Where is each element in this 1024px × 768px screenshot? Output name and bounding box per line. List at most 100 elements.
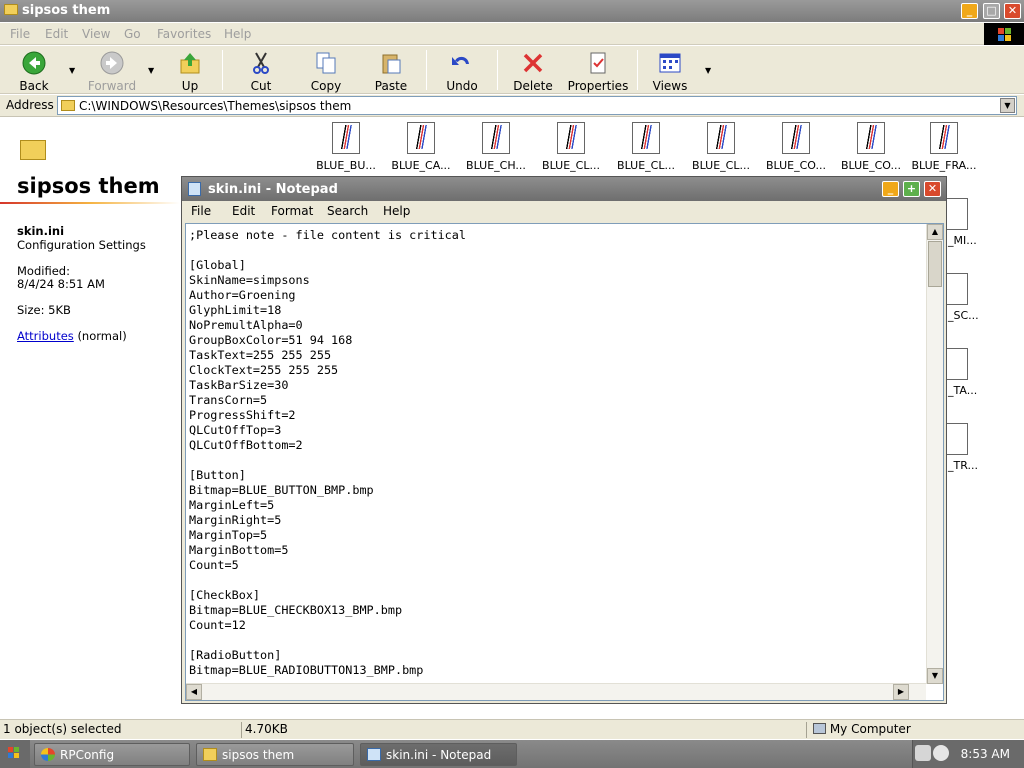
- attributes-value: (normal): [77, 329, 127, 343]
- windows-logo-icon: [984, 23, 1024, 45]
- menu-file[interactable]: File: [10, 27, 30, 41]
- explorer-status-bar: 1 object(s) selected 4.70KB My Computer: [0, 719, 1024, 739]
- modified-value: 8/4/24 8:51 AM: [17, 277, 105, 291]
- scroll-thumb[interactable]: [928, 241, 942, 287]
- file-icon-item[interactable]: BLUE_CO...: [760, 122, 832, 174]
- forward-button[interactable]: Forward: [84, 48, 140, 93]
- bitmap-file-icon[interactable]: [946, 423, 968, 455]
- bitmap-file-icon: [707, 122, 735, 154]
- file-icon-item[interactable]: BLUE_CL...: [685, 122, 757, 174]
- notepad-text-content[interactable]: ;Please note - file content is critical …: [189, 228, 919, 680]
- notepad-menu-bar: File Edit Format Search Help: [182, 201, 946, 222]
- notepad-menu-help[interactable]: Help: [383, 204, 410, 218]
- bitmap-file-icon: [930, 122, 958, 154]
- back-button[interactable]: Back: [8, 48, 60, 93]
- notepad-menu-file[interactable]: File: [191, 204, 211, 218]
- bitmap-file-icon[interactable]: [946, 273, 968, 305]
- properties-button[interactable]: Properties: [566, 48, 630, 93]
- file-icon-item[interactable]: BLUE_CL...: [610, 122, 682, 174]
- explorer-menu-bar: File Edit View Go Favorites Help: [0, 23, 1024, 45]
- close-button[interactable]: ✕: [1004, 3, 1021, 19]
- horizontal-scrollbar[interactable]: ◀ ▶: [186, 683, 926, 700]
- notepad-menu-edit[interactable]: Edit: [232, 204, 255, 218]
- paste-icon: [382, 54, 401, 74]
- folder-icon: [4, 4, 18, 15]
- paste-button[interactable]: Paste: [366, 48, 416, 93]
- bitmap-file-icon[interactable]: [946, 348, 968, 380]
- folder-icon: [203, 748, 217, 761]
- up-button[interactable]: Up: [168, 48, 212, 93]
- up-folder-icon: [180, 53, 200, 74]
- taskbar: RPConfig sipsos them skin.ini - Notepad …: [0, 740, 1024, 768]
- address-input[interactable]: C:\WINDOWS\Resources\Themes\sipsos them …: [57, 96, 1017, 115]
- menu-help[interactable]: Help: [224, 27, 251, 41]
- file-icon-item[interactable]: BLUE_CL...: [535, 122, 607, 174]
- title-divider: [0, 202, 180, 204]
- notepad-edit-area[interactable]: ;Please note - file content is critical …: [185, 223, 944, 701]
- notepad-minimize-button[interactable]: _: [882, 181, 899, 197]
- file-icon-item[interactable]: BLUE_CO...: [835, 122, 907, 174]
- bitmap-file-icon: [332, 122, 360, 154]
- tray-app-icon[interactable]: [915, 745, 931, 761]
- menu-favorites[interactable]: Favorites: [157, 27, 211, 41]
- bitmap-file-icon: [857, 122, 885, 154]
- scroll-up-icon[interactable]: ▲: [927, 224, 943, 240]
- notepad-maximize-button[interactable]: +: [903, 181, 920, 197]
- views-icon: [659, 53, 681, 73]
- address-dropdown-icon[interactable]: ▼: [1000, 98, 1015, 113]
- file-label: _SC...: [948, 309, 979, 322]
- scroll-right-icon[interactable]: ▶: [893, 684, 909, 700]
- tray-network-icon[interactable]: [933, 745, 949, 761]
- file-icon-item[interactable]: BLUE_CA...: [385, 122, 457, 174]
- cut-button[interactable]: Cut: [236, 48, 286, 93]
- back-dropdown-icon[interactable]: ▼: [69, 66, 75, 75]
- file-icon-item[interactable]: BLUE_BU...: [310, 122, 382, 174]
- scroll-left-icon[interactable]: ◀: [186, 684, 202, 700]
- selected-file-type: Configuration Settings: [17, 238, 146, 252]
- undo-button[interactable]: Undo: [438, 48, 486, 93]
- forward-dropdown-icon[interactable]: ▼: [148, 66, 154, 75]
- vertical-scrollbar[interactable]: ▲ ▼: [926, 224, 943, 684]
- scroll-down-icon[interactable]: ▼: [927, 668, 943, 684]
- menu-go[interactable]: Go: [124, 27, 141, 41]
- explorer-window-title: sipsos them: [22, 3, 111, 18]
- file-icon-item[interactable]: BLUE_CH...: [460, 122, 532, 174]
- menu-edit[interactable]: Edit: [45, 27, 68, 41]
- folder-title: sipsos them: [17, 174, 160, 198]
- bitmap-file-icon[interactable]: [946, 198, 968, 230]
- task-rpconfig[interactable]: RPConfig: [34, 743, 190, 766]
- notepad-icon: [367, 748, 381, 761]
- windows-logo-icon: [8, 747, 13, 752]
- status-size: 4.70KB: [245, 722, 288, 736]
- explorer-title-bar[interactable]: sipsos them _ □ ✕: [0, 0, 1024, 22]
- minimize-button[interactable]: _: [961, 3, 978, 19]
- attributes-link[interactable]: Attributes: [17, 329, 74, 343]
- start-button[interactable]: [0, 740, 30, 768]
- bitmap-file-icon: [482, 122, 510, 154]
- delete-button[interactable]: Delete: [508, 48, 558, 93]
- explorer-toolbar: Back ▼ Forward ▼ Up Cut Copy Paste Undo …: [0, 46, 1024, 94]
- maximize-button[interactable]: □: [983, 3, 1000, 19]
- task-explorer[interactable]: sipsos them: [196, 743, 354, 766]
- notepad-menu-format[interactable]: Format: [271, 204, 313, 218]
- notepad-title-bar[interactable]: skin.ini - Notepad _ + ✕: [182, 177, 946, 201]
- bitmap-file-icon: [782, 122, 810, 154]
- views-dropdown-icon[interactable]: ▼: [705, 66, 711, 75]
- notepad-close-button[interactable]: ✕: [924, 181, 941, 197]
- copy-icon: [316, 52, 336, 74]
- file-icon-item[interactable]: BLUE_FRA...: [908, 122, 980, 174]
- bitmap-file-icon: [632, 122, 660, 154]
- copy-button[interactable]: Copy: [300, 48, 352, 93]
- views-button[interactable]: Views: [645, 48, 695, 93]
- undo-icon: [452, 56, 469, 65]
- address-label: Address: [6, 98, 54, 112]
- back-arrow-icon: [22, 51, 46, 75]
- taskbar-clock[interactable]: 8:53 AM: [961, 747, 1010, 761]
- bitmap-file-icon: [557, 122, 585, 154]
- selected-file-name: skin.ini: [17, 224, 65, 238]
- menu-view[interactable]: View: [82, 27, 110, 41]
- rpconfig-icon: [41, 748, 55, 761]
- task-notepad[interactable]: skin.ini - Notepad: [360, 743, 517, 766]
- attributes-row: Attributes (normal): [17, 329, 127, 343]
- notepad-menu-search[interactable]: Search: [327, 204, 368, 218]
